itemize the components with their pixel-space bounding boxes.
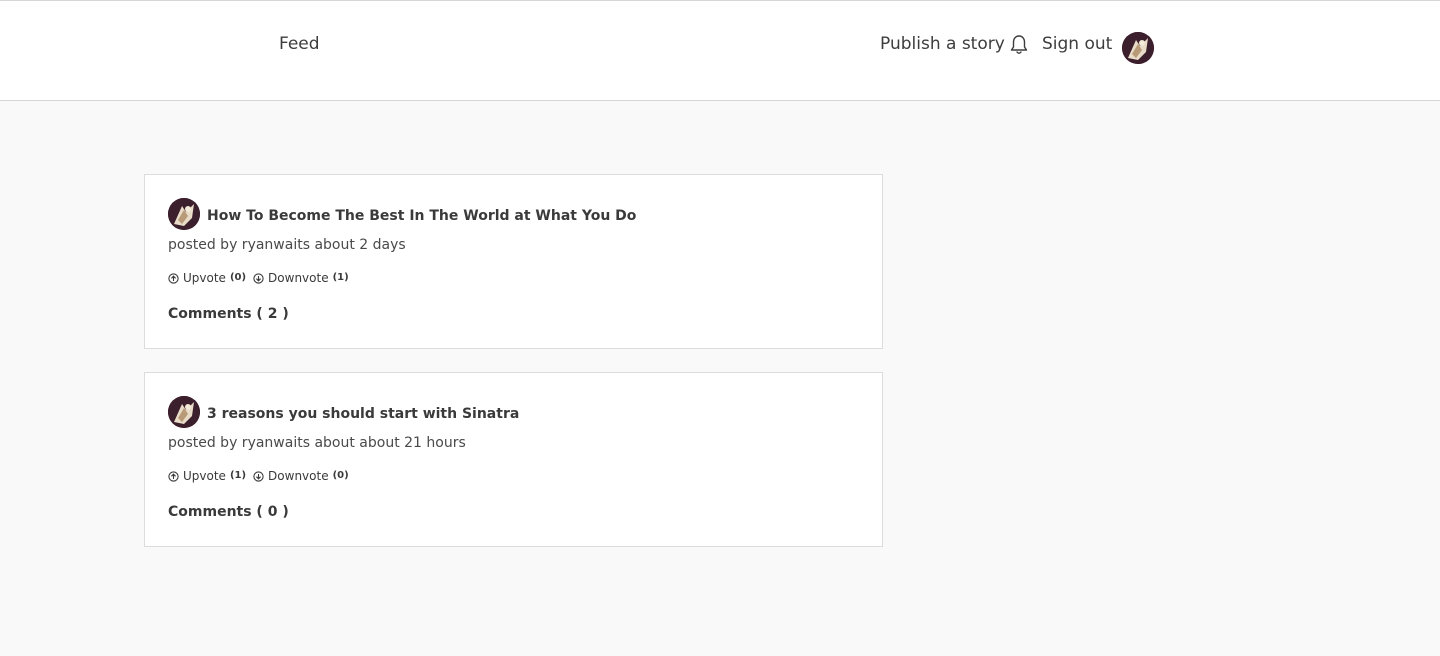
arrow-up-circle-icon bbox=[168, 470, 179, 482]
comments-link[interactable]: Comments ( 2 ) bbox=[168, 305, 289, 323]
downvote-count: (0) bbox=[332, 470, 349, 481]
upvote-label: Upvote bbox=[183, 469, 226, 483]
vote-controls: Upvote (1) Downvote (0) bbox=[168, 468, 356, 484]
downvote-button[interactable]: Downvote (1) bbox=[253, 270, 349, 286]
story-meta: posted by ryanwaits about 2 days bbox=[168, 237, 406, 253]
nav-feed-link[interactable]: Feed bbox=[279, 33, 320, 55]
upvote-count: (1) bbox=[229, 470, 247, 481]
author-avatar[interactable] bbox=[168, 396, 200, 428]
downvote-count: (1) bbox=[332, 272, 349, 283]
top-navbar: Feed Publish a story Sign out bbox=[0, 0, 1440, 101]
sign-out-link[interactable]: Sign out bbox=[1042, 33, 1112, 55]
downvote-button[interactable]: Downvote (0) bbox=[253, 468, 349, 484]
upvote-count: (0) bbox=[229, 272, 247, 283]
user-avatar[interactable] bbox=[1122, 32, 1154, 64]
arrow-up-circle-icon bbox=[168, 272, 179, 284]
story-title-link[interactable]: 3 reasons you should start with Sinatra bbox=[207, 405, 519, 423]
publish-story-link[interactable]: Publish a story bbox=[880, 33, 1005, 55]
arrow-down-circle-icon bbox=[253, 272, 264, 284]
arrow-down-circle-icon bbox=[253, 470, 264, 482]
bell-icon[interactable] bbox=[1009, 34, 1029, 56]
comments-link[interactable]: Comments ( 0 ) bbox=[168, 503, 289, 521]
downvote-label: Downvote bbox=[268, 469, 329, 483]
upvote-label: Upvote bbox=[183, 271, 226, 285]
upvote-button[interactable]: Upvote (1) bbox=[168, 468, 246, 484]
author-avatar[interactable] bbox=[168, 198, 200, 230]
vote-controls: Upvote (0) Downvote (1) bbox=[168, 270, 356, 286]
story-title-link[interactable]: How To Become The Best In The World at W… bbox=[207, 207, 636, 225]
story-card: How To Become The Best In The World at W… bbox=[144, 174, 883, 349]
upvote-button[interactable]: Upvote (0) bbox=[168, 270, 246, 286]
story-card: 3 reasons you should start with Sinatra … bbox=[144, 372, 883, 547]
story-meta: posted by ryanwaits about about 21 hours bbox=[168, 435, 466, 451]
downvote-label: Downvote bbox=[268, 271, 329, 285]
